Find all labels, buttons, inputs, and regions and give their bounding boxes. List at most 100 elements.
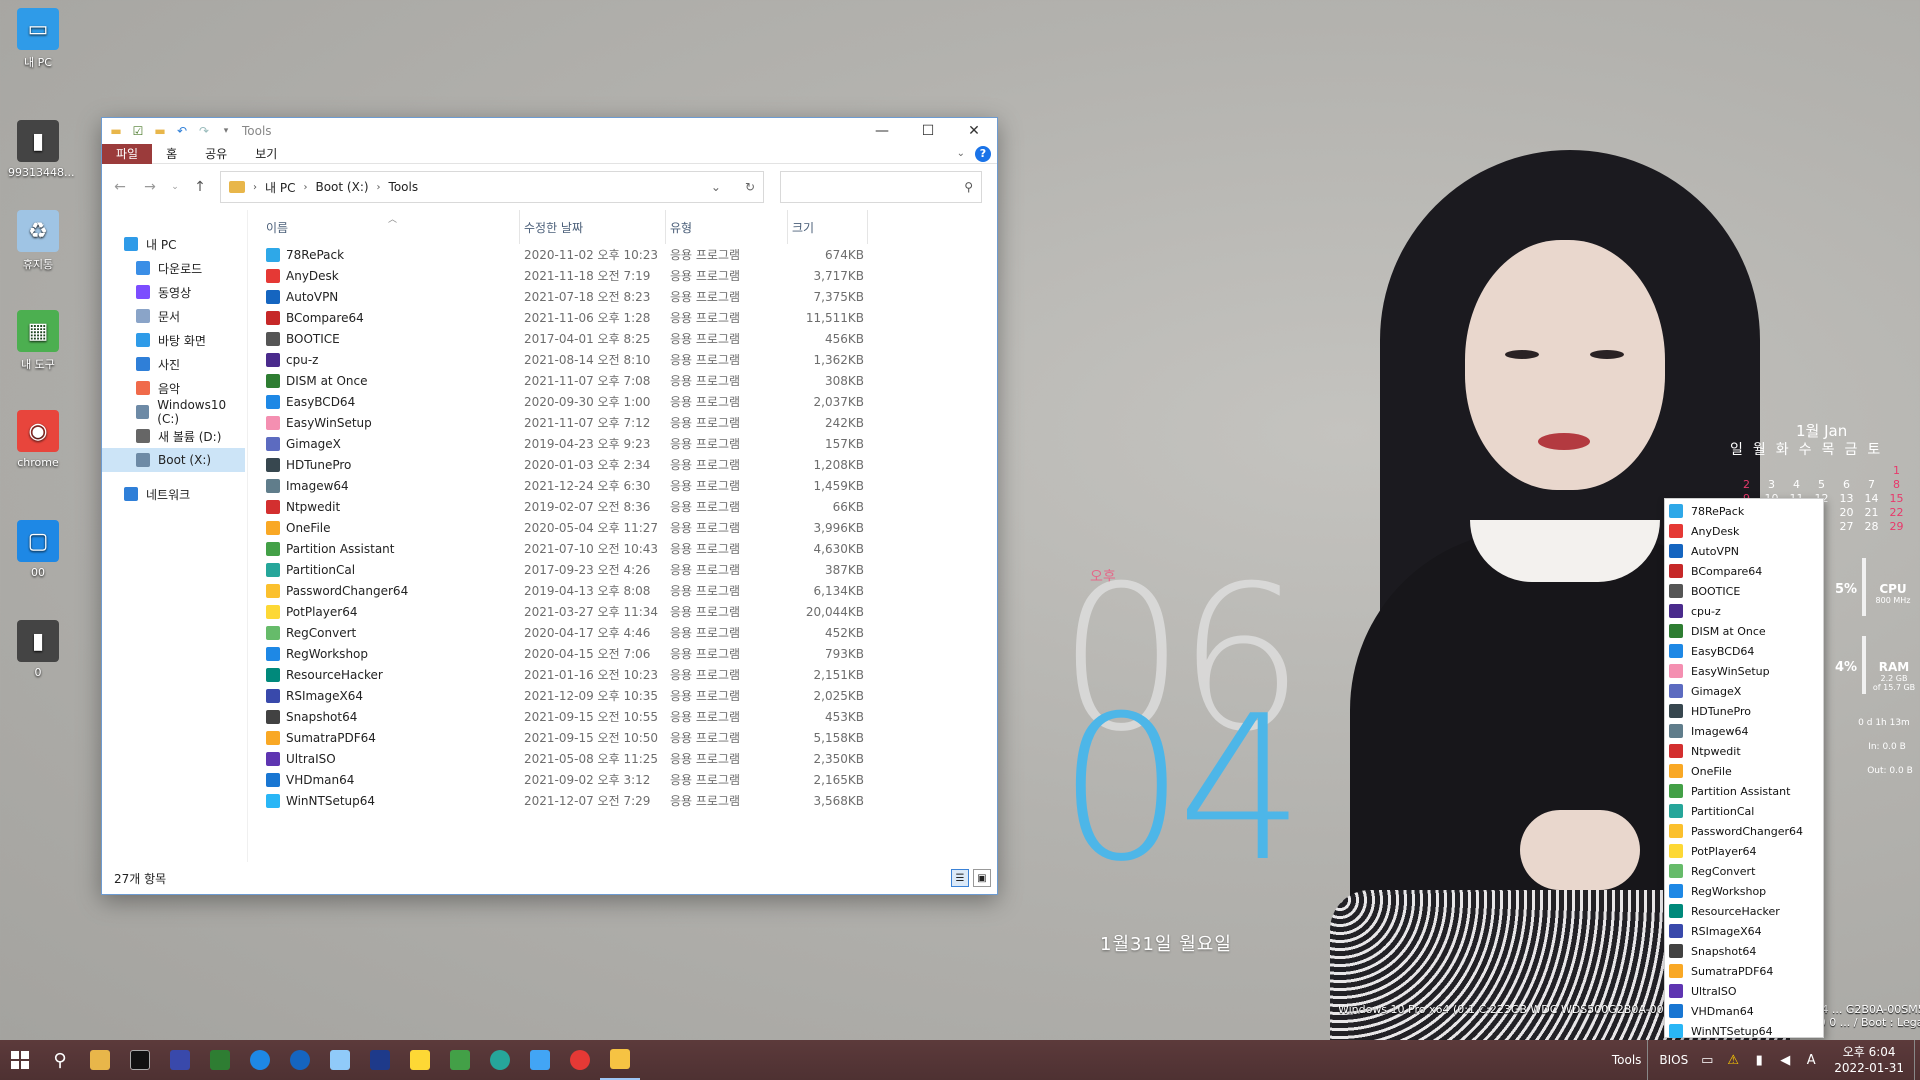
nav-item[interactable]: Boot (X:) bbox=[102, 448, 245, 472]
desktop-icon[interactable]: ▮ 0 bbox=[8, 620, 68, 679]
file-row[interactable]: AnyDesk 2021-11-18 오전 7:19 응용 프로그램 3,717KB bbox=[262, 265, 997, 286]
desktop-icon[interactable]: ◉ chrome bbox=[8, 410, 68, 469]
file-explorer-icon[interactable] bbox=[80, 1040, 120, 1080]
customize-qat-icon[interactable]: ▾ bbox=[218, 123, 234, 139]
popup-menu-item[interactable]: SumatraPDF64 bbox=[1665, 961, 1823, 981]
breadcrumb-tools[interactable]: Tools bbox=[389, 180, 419, 194]
popup-menu-item[interactable]: Ntpwedit bbox=[1665, 741, 1823, 761]
nav-item[interactable]: 내 PC bbox=[102, 232, 247, 256]
popup-menu-item[interactable]: OneFile bbox=[1665, 761, 1823, 781]
calendar-day[interactable]: 4 bbox=[1784, 478, 1809, 491]
network-tool-icon[interactable] bbox=[200, 1040, 240, 1080]
calendar-day[interactable] bbox=[1834, 464, 1859, 477]
breadcrumb-boot[interactable]: Boot (X:) bbox=[315, 180, 368, 194]
file-row[interactable]: BOOTICE 2017-04-01 오후 8:25 응용 프로그램 456KB bbox=[262, 328, 997, 349]
nav-item[interactable]: 다운로드 bbox=[102, 256, 247, 280]
back-button[interactable]: ← bbox=[110, 179, 130, 195]
calendar-day[interactable]: 1 bbox=[1884, 464, 1909, 477]
file-row[interactable]: GimageX 2019-04-23 오후 9:23 응용 프로그램 157KB bbox=[262, 433, 997, 454]
tab-file[interactable]: 파일 bbox=[102, 143, 153, 164]
popup-menu-item[interactable]: RSImageX64 bbox=[1665, 921, 1823, 941]
popup-menu-item[interactable]: BCompare64 bbox=[1665, 561, 1823, 581]
desktop-icon[interactable]: ▦ 내 도구 bbox=[8, 310, 68, 372]
save-icon[interactable] bbox=[160, 1040, 200, 1080]
calendar-day[interactable] bbox=[1734, 464, 1759, 477]
popup-menu-item[interactable]: PartitionCal bbox=[1665, 801, 1823, 821]
calendar-day[interactable]: 21 bbox=[1859, 506, 1884, 519]
partition-icon[interactable] bbox=[480, 1040, 520, 1080]
file-row[interactable]: RegWorkshop 2020-04-15 오전 7:06 응용 프로그램 793K… bbox=[262, 643, 997, 664]
calendar-day[interactable]: 2 bbox=[1734, 478, 1759, 491]
calendar-day[interactable]: 6 bbox=[1834, 478, 1859, 491]
file-row[interactable]: DISM at Once 2021-11-07 오후 7:08 응용 프로그램 308… bbox=[262, 370, 997, 391]
network-icon[interactable]: ▭ bbox=[1694, 1053, 1720, 1068]
desktop-icon[interactable]: ▢ 00 bbox=[8, 520, 68, 579]
calendar-day[interactable]: 28 bbox=[1859, 520, 1884, 533]
file-row[interactable]: SumatraPDF64 2021-09-15 오전 10:50 응용 프로그램 5,… bbox=[262, 727, 997, 748]
popup-menu-item[interactable]: RegConvert bbox=[1665, 861, 1823, 881]
help-icon[interactable]: ? bbox=[975, 145, 991, 162]
calendar-day[interactable] bbox=[1809, 464, 1834, 477]
redo-icon[interactable]: ↷ bbox=[196, 123, 212, 139]
nav-item[interactable]: 사진 bbox=[102, 352, 247, 376]
lock-icon[interactable]: ▮ bbox=[1746, 1053, 1772, 1068]
calendar-day[interactable] bbox=[1759, 464, 1784, 477]
nav-item[interactable]: 바탕 화면 bbox=[102, 328, 247, 352]
new-folder-icon[interactable]: ▬ bbox=[152, 123, 168, 139]
popup-menu-item[interactable]: WinNTSetup64 bbox=[1665, 1021, 1823, 1041]
notepad-icon[interactable] bbox=[320, 1040, 360, 1080]
expand-ribbon-icon[interactable]: ⌄ bbox=[957, 148, 965, 159]
nav-item[interactable]: Windows10 (C:) bbox=[102, 398, 247, 426]
popup-menu-item[interactable]: cpu-z bbox=[1665, 601, 1823, 621]
popup-menu-item[interactable]: Partition Assistant bbox=[1665, 781, 1823, 801]
calendar-day[interactable]: 22 bbox=[1884, 506, 1909, 519]
sticky-note-icon[interactable] bbox=[400, 1040, 440, 1080]
popup-menu-item[interactable]: Snapshot64 bbox=[1665, 941, 1823, 961]
file-row[interactable]: HDTunePro 2020-01-03 오후 2:34 응용 프로그램 1,208K… bbox=[262, 454, 997, 475]
folder-blue-icon[interactable] bbox=[520, 1040, 560, 1080]
file-row[interactable]: RegConvert 2020-04-17 오후 4:46 응용 프로그램 452KB bbox=[262, 622, 997, 643]
popup-menu-item[interactable]: EasyBCD64 bbox=[1665, 641, 1823, 661]
calendar-day[interactable]: 5 bbox=[1809, 478, 1834, 491]
calendar-day[interactable]: 7 bbox=[1859, 478, 1884, 491]
calendar-day[interactable]: 8 bbox=[1884, 478, 1909, 491]
details-view-button[interactable]: ☰ bbox=[951, 869, 969, 887]
file-row[interactable]: cpu-z 2021-08-14 오전 8:10 응용 프로그램 1,362KB bbox=[262, 349, 997, 370]
nav-item[interactable]: 동영상 bbox=[102, 280, 247, 304]
calendar-day[interactable]: 13 bbox=[1834, 492, 1859, 505]
start-button[interactable] bbox=[0, 1040, 40, 1080]
volume-icon[interactable]: ◀ bbox=[1772, 1053, 1798, 1068]
address-dropdown-icon[interactable]: ⌄ bbox=[711, 180, 721, 194]
tray-toolbar-label[interactable]: Tools bbox=[1606, 1053, 1648, 1067]
column-date[interactable]: 수정한 날짜 bbox=[520, 210, 666, 244]
file-row[interactable]: EasyBCD64 2020-09-30 오후 1:00 응용 프로그램 2,037K… bbox=[262, 391, 997, 412]
calendar-day[interactable]: 27 bbox=[1834, 520, 1859, 533]
tools-icon[interactable] bbox=[440, 1040, 480, 1080]
regworkshop-icon[interactable] bbox=[360, 1040, 400, 1080]
close-button[interactable]: ✕ bbox=[951, 118, 997, 144]
file-row[interactable]: EasyWinSetup 2021-11-07 오후 7:12 응용 프로그램 242… bbox=[262, 412, 997, 433]
power-icon[interactable] bbox=[560, 1040, 600, 1080]
nav-item[interactable]: 네트워크 bbox=[102, 482, 247, 506]
popup-menu-item[interactable]: HDTunePro bbox=[1665, 701, 1823, 721]
edge-icon[interactable] bbox=[240, 1040, 280, 1080]
column-type[interactable]: 유형 bbox=[666, 210, 788, 244]
refresh-icon[interactable]: ↻ bbox=[745, 180, 755, 194]
file-row[interactable]: VHDman64 2021-09-02 오후 3:12 응용 프로그램 2,165KB bbox=[262, 769, 997, 790]
search-icon[interactable]: ⚲ bbox=[40, 1040, 80, 1080]
calendar-day[interactable]: 14 bbox=[1859, 492, 1884, 505]
minimize-button[interactable]: — bbox=[859, 118, 905, 144]
properties-icon[interactable]: ☑ bbox=[130, 123, 146, 139]
popup-menu-item[interactable]: BOOTICE bbox=[1665, 581, 1823, 601]
calendar-day[interactable]: 3 bbox=[1759, 478, 1784, 491]
tab-view[interactable]: 보기 bbox=[241, 144, 291, 164]
file-row[interactable]: RSImageX64 2021-12-09 오후 10:35 응용 프로그램 2,02… bbox=[262, 685, 997, 706]
file-row[interactable]: PartitionCal 2017-09-23 오전 4:26 응용 프로그램 387… bbox=[262, 559, 997, 580]
file-row[interactable]: PasswordChanger64 2019-04-13 오후 8:08 응용 프로… bbox=[262, 580, 997, 601]
recent-locations-icon[interactable]: ⌄ bbox=[170, 182, 180, 192]
nav-item[interactable]: 새 볼륨 (D:) bbox=[102, 424, 247, 448]
file-row[interactable]: OneFile 2020-05-04 오후 11:27 응용 프로그램 3,996KB bbox=[262, 517, 997, 538]
warning-icon[interactable]: ⚠ bbox=[1720, 1053, 1746, 1068]
popup-menu-item[interactable]: DISM at Once bbox=[1665, 621, 1823, 641]
file-row[interactable]: WinNTSetup64 2021-12-07 오전 7:29 응용 프로그램 3,5… bbox=[262, 790, 997, 811]
